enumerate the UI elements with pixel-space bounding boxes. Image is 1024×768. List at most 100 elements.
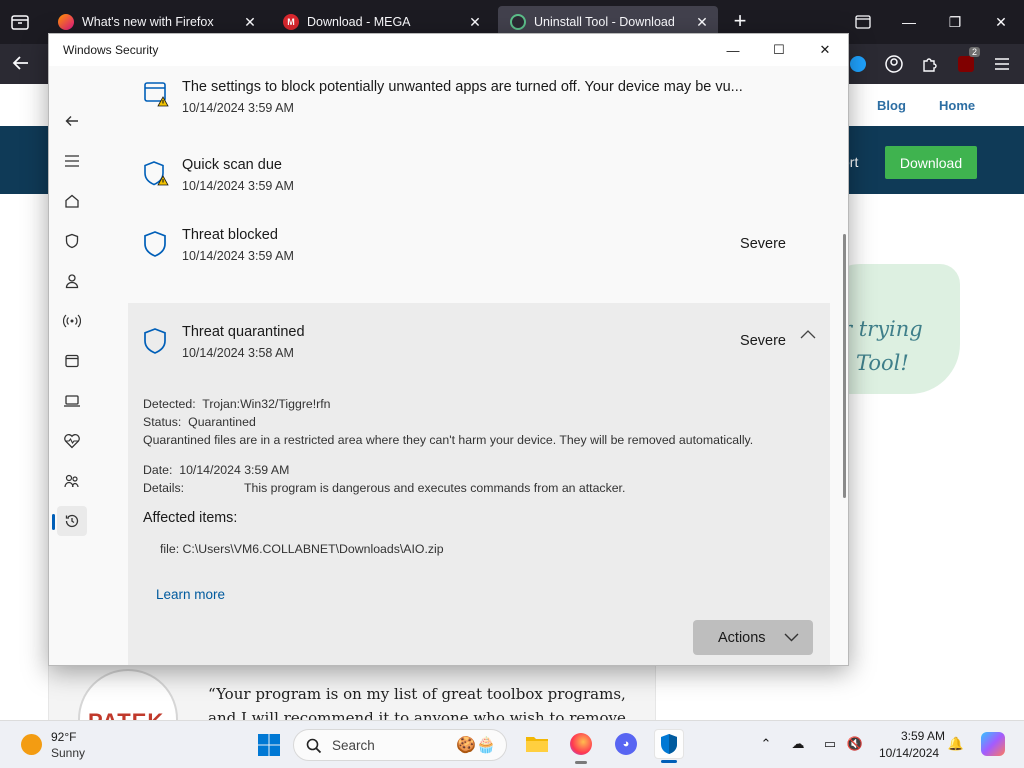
details-label: Details: [143, 481, 185, 495]
back-arrow-icon[interactable] [57, 106, 87, 136]
promo-line: r trying [842, 317, 923, 341]
menu-hamburger-icon[interactable] [988, 50, 1016, 78]
item-date: 10/14/2024 3:59 AM [182, 101, 294, 115]
app-shield-warning-icon [144, 82, 169, 107]
history-item-pua-setting[interactable]: The settings to block potentially unwant… [128, 66, 830, 136]
uninstall-tool-icon [510, 14, 526, 30]
sun-weather-icon[interactable] [21, 734, 42, 755]
close-tab-icon[interactable]: ✕ [692, 12, 712, 32]
history-item-quick-scan[interactable]: Quick scan due 10/14/2024 3:59 AM [128, 157, 830, 236]
clock-time[interactable]: 3:59 AM [895, 729, 945, 743]
maximize-icon[interactable]: ☐ [756, 34, 802, 66]
new-tab-icon[interactable]: + [728, 10, 752, 34]
show-hidden-icons-chevron-up-icon[interactable]: ⌃ [756, 734, 776, 754]
clock-date[interactable]: 10/14/2024 [879, 746, 939, 760]
discord-icon[interactable]: ◕ [611, 729, 641, 759]
tab-title: What's new with Firefox [82, 15, 214, 29]
affected-items-heading: Affected items: [143, 510, 238, 526]
close-tab-icon[interactable]: ✕ [240, 12, 260, 32]
family-options-icon[interactable] [57, 466, 87, 496]
shield-icon [144, 231, 166, 257]
item-date: 10/14/2024 3:59 AM [182, 249, 294, 263]
chevron-down-icon [784, 633, 799, 642]
browser-toolbar-icons: 2 [844, 47, 1016, 78]
mega-icon: M [283, 14, 299, 30]
learn-more-link[interactable]: Learn more [156, 587, 225, 602]
notification-bell-icon[interactable]: 🔔 [946, 734, 966, 754]
copilot-icon[interactable] [981, 732, 1005, 756]
firefox-icon [58, 14, 74, 30]
app-indicator [575, 761, 587, 764]
item-title: Threat quarantined [182, 324, 305, 340]
security-sidebar [49, 66, 95, 665]
shield-icon [144, 328, 166, 354]
detected-label: Detected: [143, 397, 196, 411]
volume-muted-icon[interactable]: 🔇 [845, 734, 865, 754]
threat-quarantined-header[interactable]: Threat quarantined 10/14/2024 3:58 AM Se… [128, 303, 830, 373]
item-title: The settings to block potentially unwant… [182, 79, 743, 95]
download-button[interactable]: Download [885, 146, 977, 179]
windows-start-icon[interactable] [257, 733, 281, 757]
search-highlight-cookie-icon: 🍪🧁 [456, 737, 496, 754]
details-value: This program is dangerous and executes c… [244, 481, 626, 495]
home-icon[interactable] [57, 186, 87, 216]
actions-dropdown-button[interactable]: Actions [693, 620, 813, 655]
account-icon[interactable] [880, 50, 908, 78]
firefox-taskbar-icon[interactable] [566, 729, 596, 764]
account-protection-icon[interactable] [57, 266, 87, 296]
content-scrollbar[interactable] [843, 234, 846, 498]
close-icon[interactable]: ✕ [978, 0, 1024, 44]
minimize-icon[interactable]: — [710, 34, 756, 66]
status-label: Status: [143, 415, 182, 429]
windows-taskbar: 92°F Sunny Search 🍪🧁 ◕ ⌃ ☁ ▭ 🔇 3:59 AM 1… [0, 720, 1024, 768]
nav-link-blog[interactable]: Blog [877, 98, 906, 113]
detected-value: Trojan:Win32/Tiggre!rfn [202, 397, 331, 411]
search-label: Search [332, 738, 375, 753]
file-explorer-icon[interactable] [522, 729, 552, 759]
item-date: 10/14/2024 3:58 AM [182, 346, 294, 360]
close-icon[interactable]: ✕ [802, 34, 848, 66]
weather-description[interactable]: Sunny [51, 746, 85, 760]
promo-text: r trying Tool! [842, 312, 923, 380]
display-network-icon[interactable]: ▭ [820, 734, 840, 754]
severity-label: Severe [740, 333, 786, 349]
chevron-up-icon[interactable] [800, 329, 816, 339]
minimize-icon[interactable]: — [886, 0, 932, 44]
date-row: Date: 10/14/2024 3:59 AM [143, 463, 289, 477]
taskbar-search-box[interactable]: Search 🍪🧁 [293, 729, 507, 761]
virus-protection-shield-icon[interactable] [57, 226, 87, 256]
protection-history-icon[interactable] [57, 506, 87, 536]
app-indicator [661, 760, 677, 763]
date-value: 10/14/2024 3:59 AM [179, 463, 290, 477]
status-note: Quarantined files are in a restricted ar… [143, 433, 754, 447]
device-security-laptop-icon[interactable] [57, 386, 87, 416]
status-row: Status: Quarantined [143, 415, 256, 429]
cloud-sync-icon[interactable]: ☁ [788, 734, 808, 754]
window-controls: — ☐ ✕ [710, 34, 848, 66]
firewall-network-icon[interactable] [57, 306, 87, 336]
restore-icon[interactable]: ❐ [932, 0, 978, 44]
severity-label: Severe [740, 236, 786, 252]
details-row: Details: This program is dangerous and ex… [143, 481, 625, 495]
date-label: Date: [143, 463, 173, 477]
tab-list-icon[interactable] [8, 10, 32, 34]
history-item-threat-blocked[interactable]: Threat blocked 10/14/2024 3:59 AM Severe [128, 227, 830, 306]
app-browser-control-icon[interactable] [57, 346, 87, 376]
protection-history-list: The settings to block potentially unwant… [128, 66, 830, 665]
actions-label: Actions [718, 629, 766, 646]
device-health-heart-icon[interactable] [57, 426, 87, 456]
close-tab-icon[interactable]: ✕ [465, 12, 485, 32]
promo-line: Tool! [856, 351, 909, 375]
weather-temperature[interactable]: 92°F [51, 730, 76, 744]
item-title: Quick scan due [182, 157, 282, 173]
extension-badge: 2 [968, 47, 980, 57]
ublock-icon[interactable]: 2 [952, 47, 980, 78]
detected-row: Detected: Trojan:Win32/Tiggre!rfn [143, 397, 331, 411]
windows-security-taskbar-icon[interactable] [654, 729, 684, 763]
windows-security-window: Windows Security — ☐ ✕ The settings to b… [48, 33, 849, 666]
hamburger-menu-icon[interactable] [57, 146, 87, 176]
nav-link-home[interactable]: Home [939, 98, 975, 113]
back-arrow-icon[interactable] [10, 52, 36, 76]
settings-gear-icon[interactable] [57, 659, 87, 665]
extensions-puzzle-icon[interactable] [916, 50, 944, 78]
